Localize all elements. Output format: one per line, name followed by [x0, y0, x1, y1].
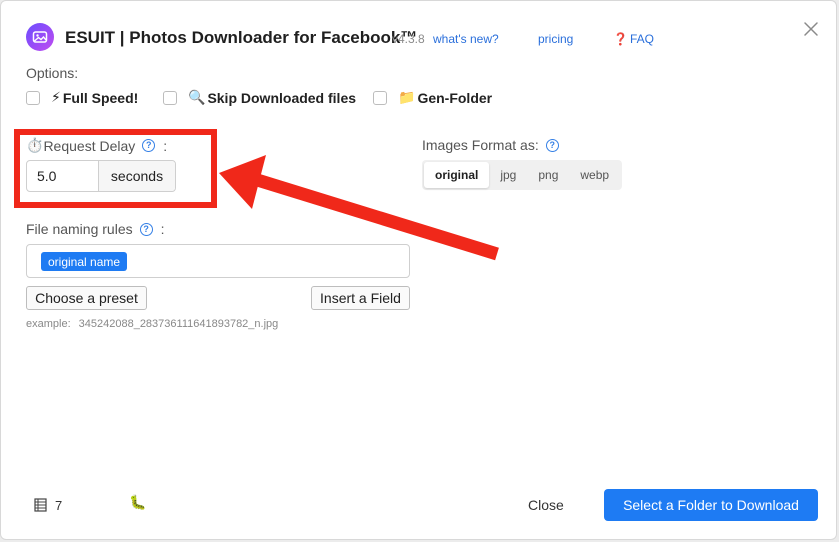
naming-rules-label: File naming rules [26, 221, 133, 237]
close-icon[interactable] [802, 20, 820, 38]
option-skip-downloaded[interactable]: 🔍 Skip Downloaded files [163, 89, 356, 106]
colon: : [160, 221, 165, 237]
skip-downloaded-label: Skip Downloaded files [207, 89, 357, 106]
format-jpg[interactable]: jpg [489, 162, 527, 188]
faq-link[interactable]: ❓ FAQ [613, 32, 654, 46]
folder-icon: 📁 [398, 89, 416, 105]
film-icon[interactable] [34, 498, 47, 512]
close-button[interactable]: Close [528, 497, 564, 513]
naming-tag-original-name[interactable]: original name [41, 252, 128, 271]
whats-new-link[interactable]: what's new? [433, 32, 499, 46]
example-value: 345242088_283736111641893782_n.jpg [78, 318, 279, 330]
item-count: 7 [55, 498, 63, 513]
select-folder-button[interactable]: Select a Folder to Download [604, 489, 818, 521]
pricing-link[interactable]: pricing [538, 32, 573, 46]
help-icon[interactable]: ? [139, 222, 153, 236]
highlight-box [14, 129, 217, 208]
skip-downloaded-checkbox[interactable] [163, 90, 177, 105]
format-original[interactable]: original [424, 162, 490, 188]
images-format-label-row: Images Format as: ? [422, 137, 559, 153]
downloader-dialog: ESUIT | Photos Downloader for Facebook™ … [0, 0, 837, 540]
example-label: example: [26, 318, 71, 330]
bug-icon[interactable]: 🐛 [129, 494, 146, 511]
full-speed-checkbox[interactable] [26, 90, 40, 105]
naming-rules-label-row: File naming rules ? : [26, 221, 165, 237]
app-logo-icon [26, 23, 54, 51]
option-full-speed[interactable]: ⚡ Full Speed! [26, 89, 138, 106]
full-speed-label: Full Speed! [62, 89, 139, 106]
help-icon[interactable]: ? [545, 138, 559, 152]
naming-rules-field[interactable]: original name [26, 244, 410, 278]
app-title: ESUIT | Photos Downloader for Facebook™ [65, 28, 418, 47]
gen-folder-checkbox[interactable] [373, 90, 387, 105]
choose-preset-button[interactable]: Choose a preset [26, 286, 147, 310]
images-format-label: Images Format as: [422, 137, 539, 153]
option-gen-folder[interactable]: 📁 Gen-Folder [373, 89, 492, 106]
insert-field-button[interactable]: Insert a Field [311, 286, 410, 310]
options-label: Options: [26, 65, 79, 81]
magnifier-icon: 🔍 [188, 89, 206, 105]
format-webp[interactable]: webp [569, 162, 620, 188]
question-mark-icon: ❓ [613, 32, 628, 46]
lightning-icon: ⚡ [51, 89, 61, 105]
images-format-selector: original jpg png webp [422, 160, 623, 190]
example-filename: example: 345242088_283736111641893782_n.j… [26, 318, 278, 330]
faq-label: FAQ [629, 32, 654, 46]
gen-folder-label: Gen-Folder [417, 89, 493, 106]
version-label: v4.3.8 [392, 32, 425, 46]
format-png[interactable]: png [527, 162, 569, 188]
